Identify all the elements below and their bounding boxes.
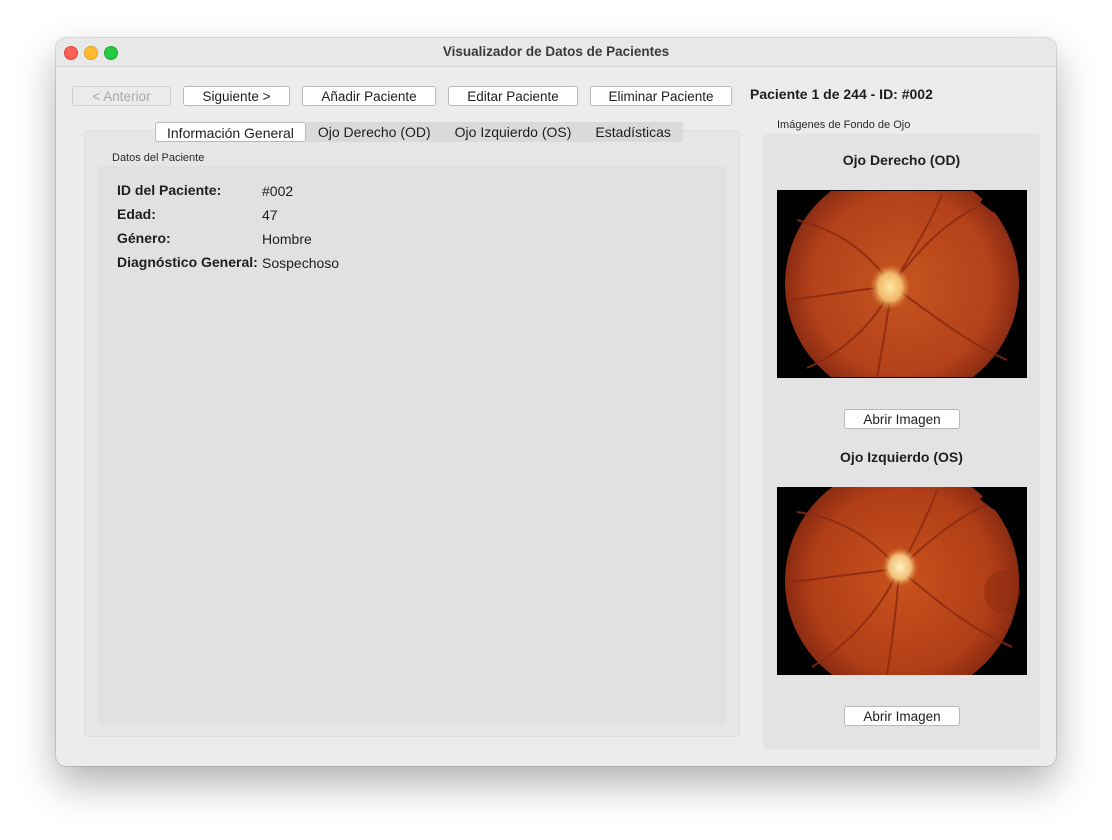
add-patient-button[interactable]: Añadir Paciente <box>302 86 436 106</box>
right-eye-fundus-image <box>777 190 1027 378</box>
left-eye-title: Ojo Izquierdo (OS) <box>840 449 963 465</box>
gender-label: Género: <box>117 230 171 246</box>
title-bar: Visualizador de Datos de Pacientes <box>56 38 1056 67</box>
previous-button[interactable]: < Anterior <box>72 86 171 106</box>
right-eye-title: Ojo Derecho (OD) <box>842 152 961 168</box>
right-eye-fundus-drawing <box>777 190 1027 378</box>
open-right-eye-image-button[interactable]: Abrir Imagen <box>844 409 960 429</box>
patient-data-box <box>98 166 726 724</box>
tab-bar: Información General Ojo Derecho (OD) Ojo… <box>155 122 683 142</box>
diagnosis-value: Sospechoso <box>262 255 340 271</box>
next-button[interactable]: Siguiente > <box>183 86 290 106</box>
app-window: Visualizador de Datos de Pacientes < Ant… <box>56 38 1056 766</box>
patient-id-label: ID del Paciente: <box>117 182 222 198</box>
patient-data-group-title: Datos del Paciente <box>112 152 205 164</box>
diagnosis-label: Diagnóstico General: <box>117 254 258 270</box>
patient-position-label: Paciente 1 de 244 - ID: #002 <box>750 86 933 102</box>
window-title: Visualizador de Datos de Pacientes <box>442 44 670 59</box>
age-label: Edad: <box>117 206 156 222</box>
gender-value: Hombre <box>262 231 312 247</box>
left-eye-fundus-drawing <box>785 487 1020 675</box>
patient-id-value: #002 <box>262 183 294 199</box>
tab-statistics[interactable]: Estadísticas <box>583 122 683 142</box>
fundus-images-group-title: Imágenes de Fondo de Ojo <box>777 119 911 131</box>
age-value: 47 <box>262 207 278 223</box>
delete-patient-button[interactable]: Eliminar Paciente <box>590 86 732 106</box>
open-left-eye-image-button[interactable]: Abrir Imagen <box>844 706 960 726</box>
tab-left-eye[interactable]: Ojo Izquierdo (OS) <box>442 122 584 142</box>
left-eye-fundus-image <box>777 487 1027 675</box>
tab-general-info[interactable]: Información General <box>155 122 306 142</box>
edit-patient-button[interactable]: Editar Paciente <box>448 86 578 106</box>
tab-right-eye[interactable]: Ojo Derecho (OD) <box>305 122 443 142</box>
